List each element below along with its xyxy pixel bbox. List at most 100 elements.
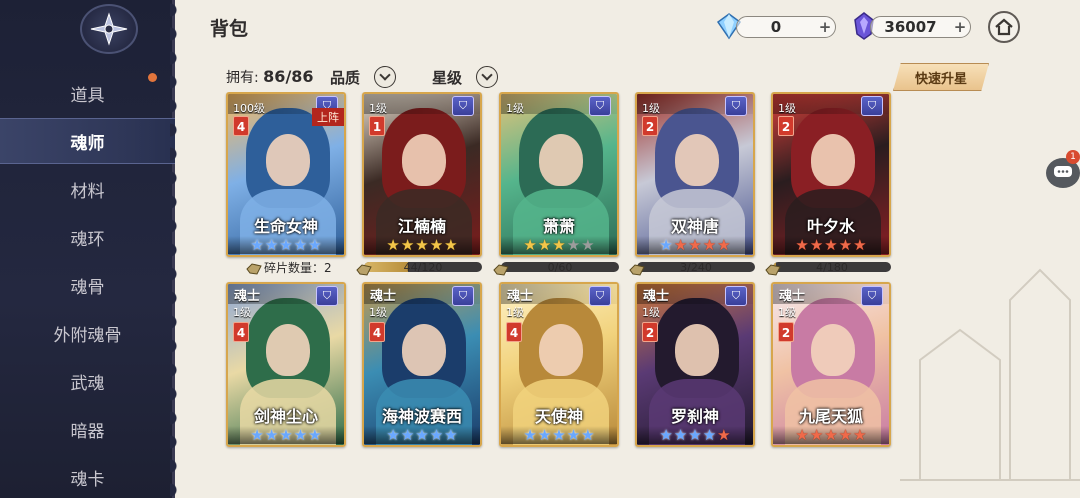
star-icon: ★ xyxy=(581,426,595,444)
star-rating: ★ ★ ★ ★ ★ xyxy=(637,236,753,254)
star-icon: ★ xyxy=(400,426,415,444)
sidebar-item-hidden-weapons[interactable]: 暗器 xyxy=(0,406,175,452)
sidebar: 道具 魂师 材料 魂环 魂骨 外附魂骨 武魂 暗器 魂卡 xyxy=(0,0,186,498)
character-card[interactable]: 魂士 1级 ⛉ 4 天使神 ★ ★ ★ ★ ★ xyxy=(499,282,619,447)
star-count-badge: 2 xyxy=(642,116,658,136)
star-icon: ★ xyxy=(809,236,824,254)
home-button[interactable] xyxy=(988,11,1020,43)
sidebar-item-soul-rings[interactable]: 魂环 xyxy=(0,214,175,260)
star-icon: ★ xyxy=(264,236,279,254)
sidebar-item-soul-masters[interactable]: 魂师 xyxy=(0,118,175,164)
rank-label: 魂士 xyxy=(370,289,397,304)
character-name: 海神波赛西 xyxy=(381,407,462,426)
sidebar-item-materials[interactable]: 材料 xyxy=(0,166,175,212)
star-icon: ★ xyxy=(659,236,673,254)
character-card[interactable]: 魂士 1级 ⛉ 4 剑神尘心 ★ ★ ★ ★ ★ xyxy=(226,282,346,447)
chevron-down-icon xyxy=(476,66,499,88)
star-icon: ★ xyxy=(444,236,458,254)
page-title: 背包 xyxy=(210,18,249,40)
rank-label: 魂士 xyxy=(507,289,534,304)
star-icon: ★ xyxy=(809,426,824,444)
sidebar-item-soul-cards[interactable]: 魂卡 xyxy=(0,454,175,498)
character-grid: 100级 ⛉ 4 上阵 生命女神 ★ ★ ★ ★ ★ 1级 ⛉ 1 江楠楠 ★ ★ ★ ★ ★ 1级 ⛉ 萧萧 ★ ★ ★ ★… xyxy=(176,92,906,498)
star-icon: ★ xyxy=(537,426,552,444)
star-rating: ★ ★ ★ ★ ★ xyxy=(637,426,753,444)
owned-count: 拥有: 86/86 xyxy=(226,67,314,87)
fragment-count: 碎片数量：2 xyxy=(264,261,332,275)
portrait-face xyxy=(266,324,310,376)
star-count-badge: 4 xyxy=(233,116,249,136)
portrait-face xyxy=(539,134,583,186)
star-count-badge: 4 xyxy=(506,322,522,342)
star-icon: ★ xyxy=(673,426,688,444)
character-card[interactable]: 1级 ⛉ 1 江楠楠 ★ ★ ★ ★ ★ xyxy=(362,92,482,257)
character-card[interactable]: 魂士 1级 ⛉ 2 九尾天狐 ★ ★ ★ ★ ★ xyxy=(771,282,891,447)
role-shield-icon: ⛉ xyxy=(725,96,747,116)
star-icon: ★ xyxy=(795,236,809,254)
star-icon: ★ xyxy=(838,426,853,444)
sidebar-item-martial-souls[interactable]: 武魂 xyxy=(0,358,175,404)
chat-bubble-icon xyxy=(1054,166,1072,177)
portrait-face xyxy=(402,134,446,186)
star-icon: ★ xyxy=(552,236,566,254)
character-card[interactable]: 1级 ⛉ 萧萧 ★ ★ ★ ★ ★ xyxy=(499,92,619,257)
character-name: 九尾天狐 xyxy=(798,407,863,426)
star-count-badge: 2 xyxy=(778,322,794,342)
star-count-badge: 2 xyxy=(778,116,794,136)
star-icon: ★ xyxy=(824,426,838,444)
star-icon: ★ xyxy=(308,236,322,254)
sidebar-item-items[interactable]: 道具 xyxy=(0,70,175,116)
star-count-badge: 4 xyxy=(233,322,249,342)
character-card[interactable]: 100级 ⛉ 4 上阵 生命女神 ★ ★ ★ ★ ★ xyxy=(226,92,346,257)
character-name: 江楠楠 xyxy=(397,217,446,236)
owned-value: 86/86 xyxy=(263,67,314,86)
diamond-counter: 0 + xyxy=(736,16,836,38)
star-icon: ★ xyxy=(853,426,867,444)
star-icon: ★ xyxy=(702,426,717,444)
star-icon: ★ xyxy=(415,426,429,444)
star-icon: ★ xyxy=(415,236,429,254)
star-rating: ★ ★ ★ ★ ★ xyxy=(364,236,480,254)
star-rating: ★ ★ ★ ★ ★ xyxy=(773,426,889,444)
star-icon: ★ xyxy=(552,426,566,444)
character-card[interactable]: 1级 ⛉ 2 叶夕水 ★ ★ ★ ★ ★ xyxy=(771,92,891,257)
level-label: 1级 xyxy=(642,102,660,115)
character-card[interactable]: 魂士 1级 ⛉ 4 海神波赛西 ★ ★ ★ ★ ★ xyxy=(362,282,482,447)
star-count-badge: 1 xyxy=(369,116,385,136)
star-filter[interactable]: 星级 xyxy=(432,66,499,88)
progress-label: 44/120 xyxy=(403,261,443,274)
star-icon: ★ xyxy=(386,426,400,444)
star-icon: ★ xyxy=(537,236,552,254)
character-name: 剑神尘心 xyxy=(253,407,318,426)
star-rating: ★ ★ ★ ★ ★ xyxy=(228,236,344,254)
sidebar-item-external-bones[interactable]: 外附魂骨 xyxy=(0,310,175,356)
quality-filter[interactable]: 品质 xyxy=(330,66,397,88)
crystal-value: 36007 xyxy=(884,18,937,36)
star-icon: ★ xyxy=(386,236,400,254)
star-icon: ★ xyxy=(673,236,688,254)
add-diamond-button[interactable]: + xyxy=(815,18,835,36)
portrait-face xyxy=(266,134,310,186)
star-icon: ★ xyxy=(523,426,537,444)
role-shield-icon: ⛉ xyxy=(316,286,338,306)
compass-logo-icon[interactable] xyxy=(80,4,138,54)
star-icon: ★ xyxy=(293,426,308,444)
diamond-value: 0 xyxy=(770,18,782,36)
quick-upgrade-button[interactable]: 快速升星 xyxy=(893,63,989,91)
fragment-icon xyxy=(493,261,509,276)
character-card[interactable]: 1级 ⛉ 2 双神唐 ★ ★ ★ ★ ★ xyxy=(635,92,755,257)
role-shield-icon: ⛉ xyxy=(452,96,474,116)
progress-label: 3/240 xyxy=(680,261,712,274)
fragment-icon xyxy=(356,261,372,276)
star-icon: ★ xyxy=(688,236,702,254)
owned-label: 拥有: xyxy=(226,70,259,86)
star-count-badge: 2 xyxy=(642,322,658,342)
fragment-icon xyxy=(246,260,262,275)
star-icon: ★ xyxy=(702,236,717,254)
sidebar-item-soul-bones[interactable]: 魂骨 xyxy=(0,262,175,308)
add-crystal-button[interactable]: + xyxy=(950,18,970,36)
star-icon: ★ xyxy=(250,236,264,254)
home-icon xyxy=(995,18,1013,36)
level-label: 1级 xyxy=(642,306,660,319)
character-card[interactable]: 魂士 1级 ⛉ 2 罗刹神 ★ ★ ★ ★ ★ xyxy=(635,282,755,447)
